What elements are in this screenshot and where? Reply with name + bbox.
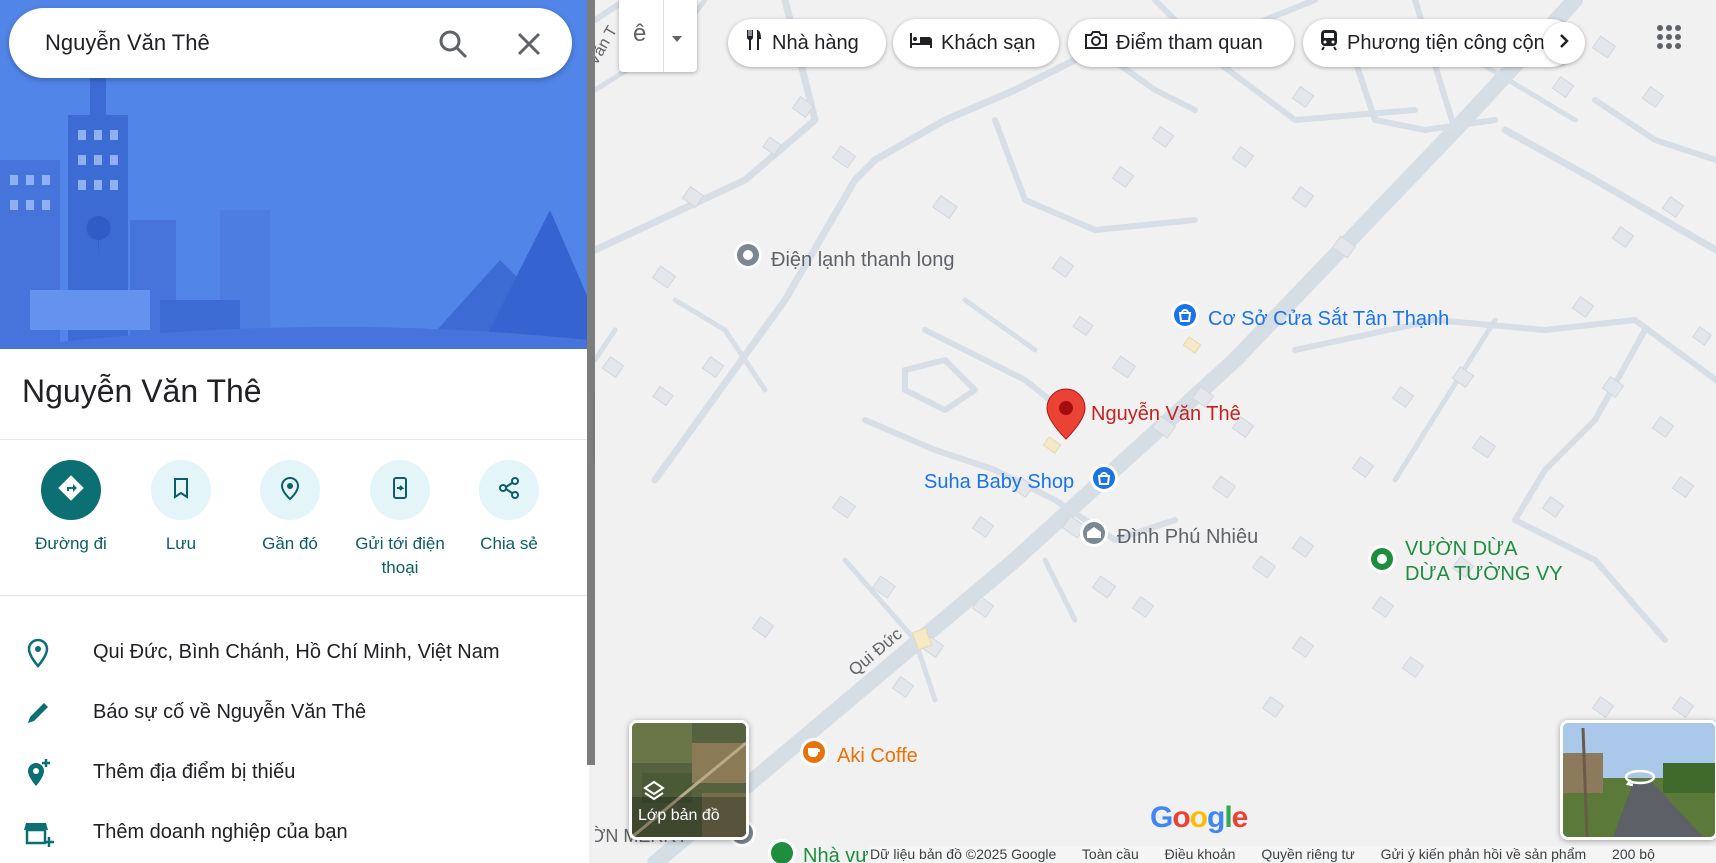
poi-label-co-so-cua-sat[interactable]: Cơ Sở Cửa Sắt Tân Thạnh bbox=[1208, 308, 1449, 331]
poi-label-vuon-dua-2[interactable]: DỪA TƯỜNG VY bbox=[1405, 563, 1563, 586]
add-business-text: Thêm doanh nghiệp của bạn bbox=[93, 821, 348, 843]
panel-scrollbar[interactable] bbox=[587, 0, 595, 765]
chevron-right-icon bbox=[1559, 33, 1569, 54]
share-icon bbox=[497, 476, 521, 505]
search-input[interactable]: Nguyễn Văn Thê bbox=[45, 8, 210, 78]
place-panel: Nguyễn Văn Thê Nguyễn Văn Thê Đường đi L… bbox=[0, 0, 589, 863]
save-label: Lưu bbox=[165, 534, 197, 553]
selected-place-label[interactable]: Nguyễn Văn Thê bbox=[1091, 403, 1241, 426]
layers-label: Lớp bản đồ bbox=[638, 807, 720, 824]
report-issue-row[interactable]: Báo sự cố về Nguyễn Văn Thê bbox=[0, 693, 589, 733]
footer-privacy[interactable]: Quyền riêng tư bbox=[1261, 846, 1354, 862]
map-roads bbox=[595, 0, 1716, 863]
address-text: Qui Đức, Bình Chánh, Hồ Chí Minh, Việt N… bbox=[93, 641, 500, 663]
map-footer: Dữ liệu bản đồ ©2025 Google Toàn cầu Điề… bbox=[870, 846, 1716, 863]
google-logo: Google bbox=[1150, 801, 1248, 834]
google-apps-icon[interactable] bbox=[1656, 24, 1682, 55]
footer-feedback[interactable]: Gửi ý kiến phản hồi về sản phẩm bbox=[1381, 846, 1587, 862]
poi-label-vuon-dua-1[interactable]: VƯỜN DỪA bbox=[1405, 538, 1517, 561]
chip-attractions-label: Điểm tham quan bbox=[1116, 31, 1263, 54]
send-to-phone-icon bbox=[388, 476, 412, 505]
camera-icon bbox=[1084, 30, 1116, 56]
save-button[interactable]: Lưu bbox=[126, 460, 236, 556]
service-poi-icon[interactable] bbox=[731, 240, 765, 274]
hero-illustration: Nguyễn Văn Thê bbox=[0, 0, 589, 349]
input-tool-glyph: ê bbox=[633, 20, 647, 47]
map-layers-button[interactable]: Lớp bản đồ bbox=[629, 720, 749, 840]
divider bbox=[663, 0, 664, 72]
hotel-icon bbox=[909, 31, 941, 55]
poi-label-nha-vuon[interactable]: Nhà vư bbox=[803, 845, 869, 863]
address-row[interactable]: Qui Đức, Bình Chánh, Hồ Chí Minh, Việt N… bbox=[0, 633, 589, 673]
footer-global[interactable]: Toàn cầu bbox=[1082, 846, 1139, 862]
send-to-phone-button[interactable]: Gửi tới điện thoại bbox=[345, 460, 455, 580]
add-business-row[interactable]: Thêm doanh nghiệp của bạn bbox=[0, 813, 589, 853]
restaurant-icon bbox=[744, 29, 772, 57]
poi-label-dinh-phu-nhieu[interactable]: Đình Phú Nhiêu bbox=[1117, 526, 1258, 549]
nearby-label: Gần đó bbox=[262, 534, 318, 553]
layers-icon bbox=[642, 779, 666, 808]
title-section: Nguyễn Văn Thê bbox=[0, 349, 589, 440]
nearby-button[interactable]: Gần đó bbox=[235, 460, 345, 556]
footer-terms[interactable]: Điều khoản bbox=[1165, 846, 1236, 862]
search-box[interactable]: Nguyễn Văn Thê bbox=[9, 8, 572, 78]
directions-button[interactable]: Đường đi bbox=[16, 460, 126, 556]
temple-poi-icon[interactable] bbox=[1077, 518, 1111, 552]
poi-label-aki-coffe[interactable]: Aki Coffe bbox=[837, 745, 918, 768]
shopping-poi-icon[interactable] bbox=[1168, 300, 1202, 334]
chip-restaurants-label: Nhà hàng bbox=[772, 31, 859, 54]
chevron-down-icon[interactable] bbox=[671, 30, 683, 48]
directions-icon bbox=[57, 474, 85, 507]
chip-hotels-label: Khách sạn bbox=[941, 31, 1036, 54]
transit-icon bbox=[1319, 29, 1347, 57]
add-place-icon bbox=[22, 757, 54, 789]
send-to-phone-label: Gửi tới điện thoại bbox=[355, 534, 445, 577]
park-poi-icon[interactable] bbox=[765, 838, 799, 863]
share-button[interactable]: Chia sẻ bbox=[454, 460, 564, 556]
poi-label-dien-lanh[interactable]: Điện lạnh thanh long bbox=[771, 249, 954, 272]
chips-next-button[interactable] bbox=[1543, 22, 1585, 64]
share-label: Chia sẻ bbox=[480, 534, 538, 553]
rotate-360-icon bbox=[1623, 765, 1657, 794]
shopping-poi-icon[interactable] bbox=[1087, 463, 1121, 497]
add-business-icon bbox=[22, 817, 54, 849]
chip-transit-label: Phương tiện công cộng bbox=[1347, 31, 1556, 54]
street-view-thumbnail[interactable] bbox=[1560, 720, 1716, 840]
add-place-text: Thêm địa điểm bị thiếu bbox=[93, 761, 296, 783]
park-poi-icon[interactable] bbox=[1365, 544, 1399, 578]
report-issue-text: Báo sự cố về Nguyễn Văn Thê bbox=[93, 701, 367, 723]
chip-hotels[interactable]: Khách sạn bbox=[893, 19, 1059, 67]
input-tools-button[interactable]: ê bbox=[619, 0, 697, 72]
close-icon[interactable] bbox=[514, 29, 544, 59]
location-pin-icon bbox=[22, 637, 54, 669]
search-icon[interactable] bbox=[438, 29, 468, 59]
chip-restaurants[interactable]: Nhà hàng bbox=[728, 19, 886, 67]
poi-label-suha-baby-shop[interactable]: Suha Baby Shop bbox=[924, 471, 1074, 494]
action-bar: Đường đi Lưu Gần đó Gửi tới điện thoại C… bbox=[0, 440, 589, 596]
selected-location-pin-icon[interactable] bbox=[1046, 388, 1086, 440]
bookmark-icon bbox=[169, 476, 193, 505]
pencil-icon bbox=[22, 697, 54, 729]
footer-scale[interactable]: 200 bộ bbox=[1612, 846, 1655, 862]
add-place-row[interactable]: Thêm địa điểm bị thiếu bbox=[0, 753, 589, 793]
footer-map-data[interactable]: Dữ liệu bản đồ ©2025 Google bbox=[870, 846, 1056, 862]
cafe-poi-icon[interactable] bbox=[797, 737, 831, 771]
nearby-icon bbox=[277, 475, 303, 506]
map-canvas[interactable]: Qui Đức Văn T Điện lạnh thanh long Cơ Sở… bbox=[595, 0, 1716, 863]
chip-transit[interactable]: Phương tiện công cộng bbox=[1303, 19, 1575, 67]
page-title: Nguyễn Văn Thê bbox=[22, 373, 262, 409]
directions-label: Đường đi bbox=[35, 534, 107, 553]
chip-attractions[interactable]: Điểm tham quan bbox=[1068, 19, 1294, 67]
